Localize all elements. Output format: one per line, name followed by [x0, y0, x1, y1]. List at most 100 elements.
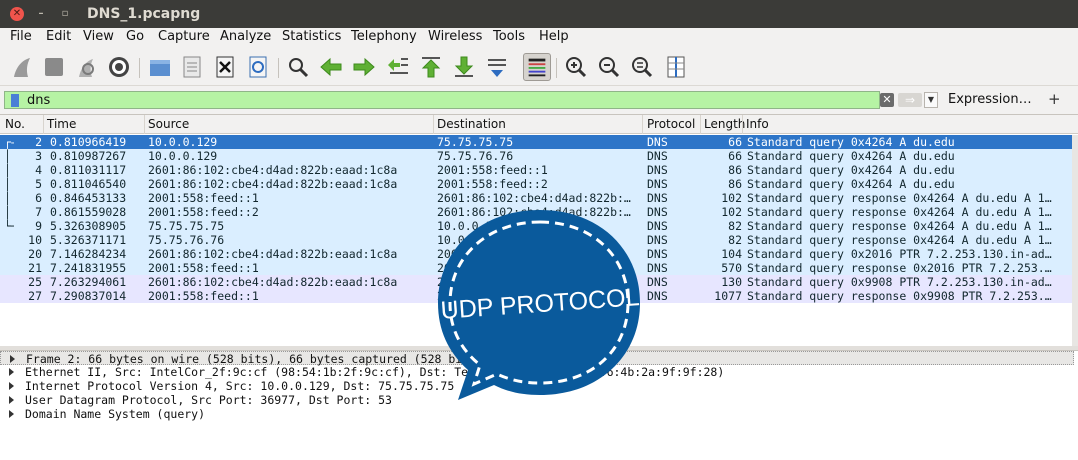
cell-source: 2601:86:102:cbe4:d4ad:822b:eaad:1c8a	[148, 275, 398, 289]
cell-protocol: DNS	[647, 275, 668, 289]
close-file-icon[interactable]	[213, 55, 237, 79]
cell-no: 3	[35, 149, 42, 163]
cell-no: 9	[35, 219, 42, 233]
column-header-info[interactable]: Info	[746, 117, 769, 131]
menu-analyze[interactable]: Analyze	[220, 29, 271, 44]
save-file-icon[interactable]	[180, 55, 204, 79]
packet-list-scrollbar[interactable]	[1072, 135, 1078, 347]
autoscroll-icon[interactable]	[485, 55, 509, 79]
cell-time: 7.263294061	[50, 275, 127, 289]
cell-info: Standard query 0x4264 A du.edu	[747, 149, 955, 163]
expand-triangle-icon[interactable]	[9, 396, 14, 404]
column-header-source[interactable]: Source	[148, 117, 189, 131]
go-back-icon[interactable]	[319, 55, 343, 79]
cell-destination: 2001:558:feed::1	[437, 163, 548, 177]
menu-edit[interactable]: Edit	[46, 29, 71, 44]
main-toolbar	[0, 48, 1078, 86]
cell-no: 4	[35, 163, 42, 177]
close-window-button[interactable]: ✕	[10, 7, 24, 21]
cell-info: Standard query 0x4264 A du.edu	[747, 163, 955, 177]
zoom-in-icon[interactable]	[564, 55, 588, 79]
table-row[interactable]: │ 4 0.811031117 2601:86:102:cbe4:d4ad:822b:…	[0, 163, 1072, 177]
clear-filter-icon[interactable]: ✕	[880, 93, 894, 107]
cell-time: 0.811031117	[50, 163, 127, 177]
cell-source: 2601:86:102:cbe4:d4ad:822b:eaad:1c8a	[148, 177, 398, 191]
expand-triangle-icon[interactable]	[9, 368, 14, 376]
column-header-length[interactable]: Length	[704, 117, 745, 131]
cell-source: 2001:558:feed::1	[148, 261, 259, 275]
menu-statistics[interactable]: Statistics	[282, 29, 341, 44]
expression-button[interactable]: Expression…	[948, 92, 1032, 107]
column-header-no[interactable]: No.	[5, 117, 25, 131]
maximize-window-button[interactable]: ▫	[58, 7, 72, 21]
cell-destination: 2001:558:feed::2	[437, 177, 548, 191]
go-last-icon[interactable]	[452, 55, 476, 79]
colorize-icon[interactable]	[523, 53, 551, 81]
cell-source: 2001:558:feed::1	[148, 289, 259, 303]
find-packet-icon[interactable]	[286, 55, 310, 79]
menu-wireless[interactable]: Wireless	[428, 29, 482, 44]
cell-time: 0.861559028	[50, 205, 127, 219]
table-row[interactable]: │ 3 0.810987267 10.0.0.129 75.75.76.76 DNS 66 S…	[0, 149, 1072, 163]
table-row[interactable]: ┌→20.81096641910.0.0.12975.75.75.75DNS66…	[0, 135, 1072, 149]
table-row[interactable]: │ 5 0.811046540 2601:86:102:cbe4:d4ad:822b:…	[0, 177, 1072, 191]
column-header-destination[interactable]: Destination	[437, 117, 506, 131]
cell-protocol: DNS	[647, 219, 668, 233]
cell-length: 570	[721, 261, 742, 275]
cell-no: 2	[35, 135, 42, 149]
detail-tree-label: Internet Protocol Version 4, Src: 10.0.0…	[25, 379, 455, 393]
cell-no: 21	[28, 261, 42, 275]
cell-length: 86	[728, 177, 742, 191]
column-header-protocol[interactable]: Protocol	[647, 117, 695, 131]
menu-telephony[interactable]: Telephony	[351, 29, 417, 44]
shark-fin-start-icon[interactable]	[10, 55, 34, 79]
cell-source: 10.0.0.129	[148, 135, 218, 149]
menu-capture[interactable]: Capture	[158, 29, 210, 44]
cell-info: Standard query response 0x2016 PTR 7.2.2…	[747, 261, 1052, 275]
cell-info: Standard query response 0x4264 A du.edu …	[747, 233, 1052, 247]
cell-info: Standard query 0x4264 A du.edu	[747, 135, 955, 149]
filter-bookmark-icon[interactable]	[11, 94, 19, 107]
expand-triangle-icon[interactable]	[10, 355, 15, 363]
go-to-packet-icon[interactable]	[386, 55, 410, 79]
restart-capture-icon[interactable]	[74, 55, 98, 79]
cell-time: 5.326371171	[50, 233, 127, 247]
cell-destination: 75.75.76.76	[437, 149, 514, 163]
resize-columns-icon[interactable]	[664, 55, 688, 79]
expand-triangle-icon[interactable]	[9, 410, 14, 418]
menu-view[interactable]: View	[83, 29, 114, 44]
reload-icon[interactable]	[246, 55, 270, 79]
cell-no: 6	[35, 191, 42, 205]
filter-text[interactable]: dns	[27, 93, 50, 108]
normal-size-icon[interactable]	[630, 55, 654, 79]
open-folder-icon[interactable]	[148, 55, 172, 79]
cell-length: 102	[721, 205, 742, 219]
stop-square-icon[interactable]	[42, 55, 66, 79]
display-filter-input[interactable]: dns	[4, 91, 880, 109]
zoom-out-icon[interactable]	[597, 55, 621, 79]
cell-info: Standard query response 0x9908 PTR 7.2.2…	[747, 289, 1052, 303]
cell-length: 1077	[714, 289, 742, 303]
capture-options-gear-icon[interactable]	[107, 55, 131, 79]
filter-history-chevron-down-icon[interactable]: ▼	[924, 92, 938, 108]
cell-source: 75.75.75.75	[148, 219, 225, 233]
cell-protocol: DNS	[647, 177, 668, 191]
column-header-time[interactable]: Time	[47, 117, 76, 131]
packet-list-header: No. Time Source Destination Protocol Len…	[0, 115, 1078, 134]
menu-help[interactable]: Help	[539, 29, 569, 44]
go-forward-icon[interactable]	[352, 55, 376, 79]
menu-file[interactable]: File	[10, 29, 32, 44]
menu-tools[interactable]: Tools	[493, 29, 525, 44]
cell-time: 5.326308905	[50, 219, 127, 233]
cell-length: 82	[728, 219, 742, 233]
go-first-icon[interactable]	[419, 55, 443, 79]
apply-filter-arrow-icon[interactable]: ⇒	[898, 93, 922, 107]
add-filter-button[interactable]: +	[1048, 90, 1061, 108]
minimize-window-button[interactable]: –	[34, 7, 48, 21]
cell-source: 2601:86:102:cbe4:d4ad:822b:eaad:1c8a	[148, 247, 398, 261]
display-filter-bar: dns ✕ ⇒ ▼ Expression… +	[0, 88, 1078, 112]
menu-go[interactable]: Go	[126, 29, 144, 44]
cell-protocol: DNS	[647, 149, 668, 163]
expand-triangle-icon[interactable]	[9, 382, 14, 390]
title-bar: ✕ – ▫ DNS_1.pcapng	[0, 0, 1078, 28]
